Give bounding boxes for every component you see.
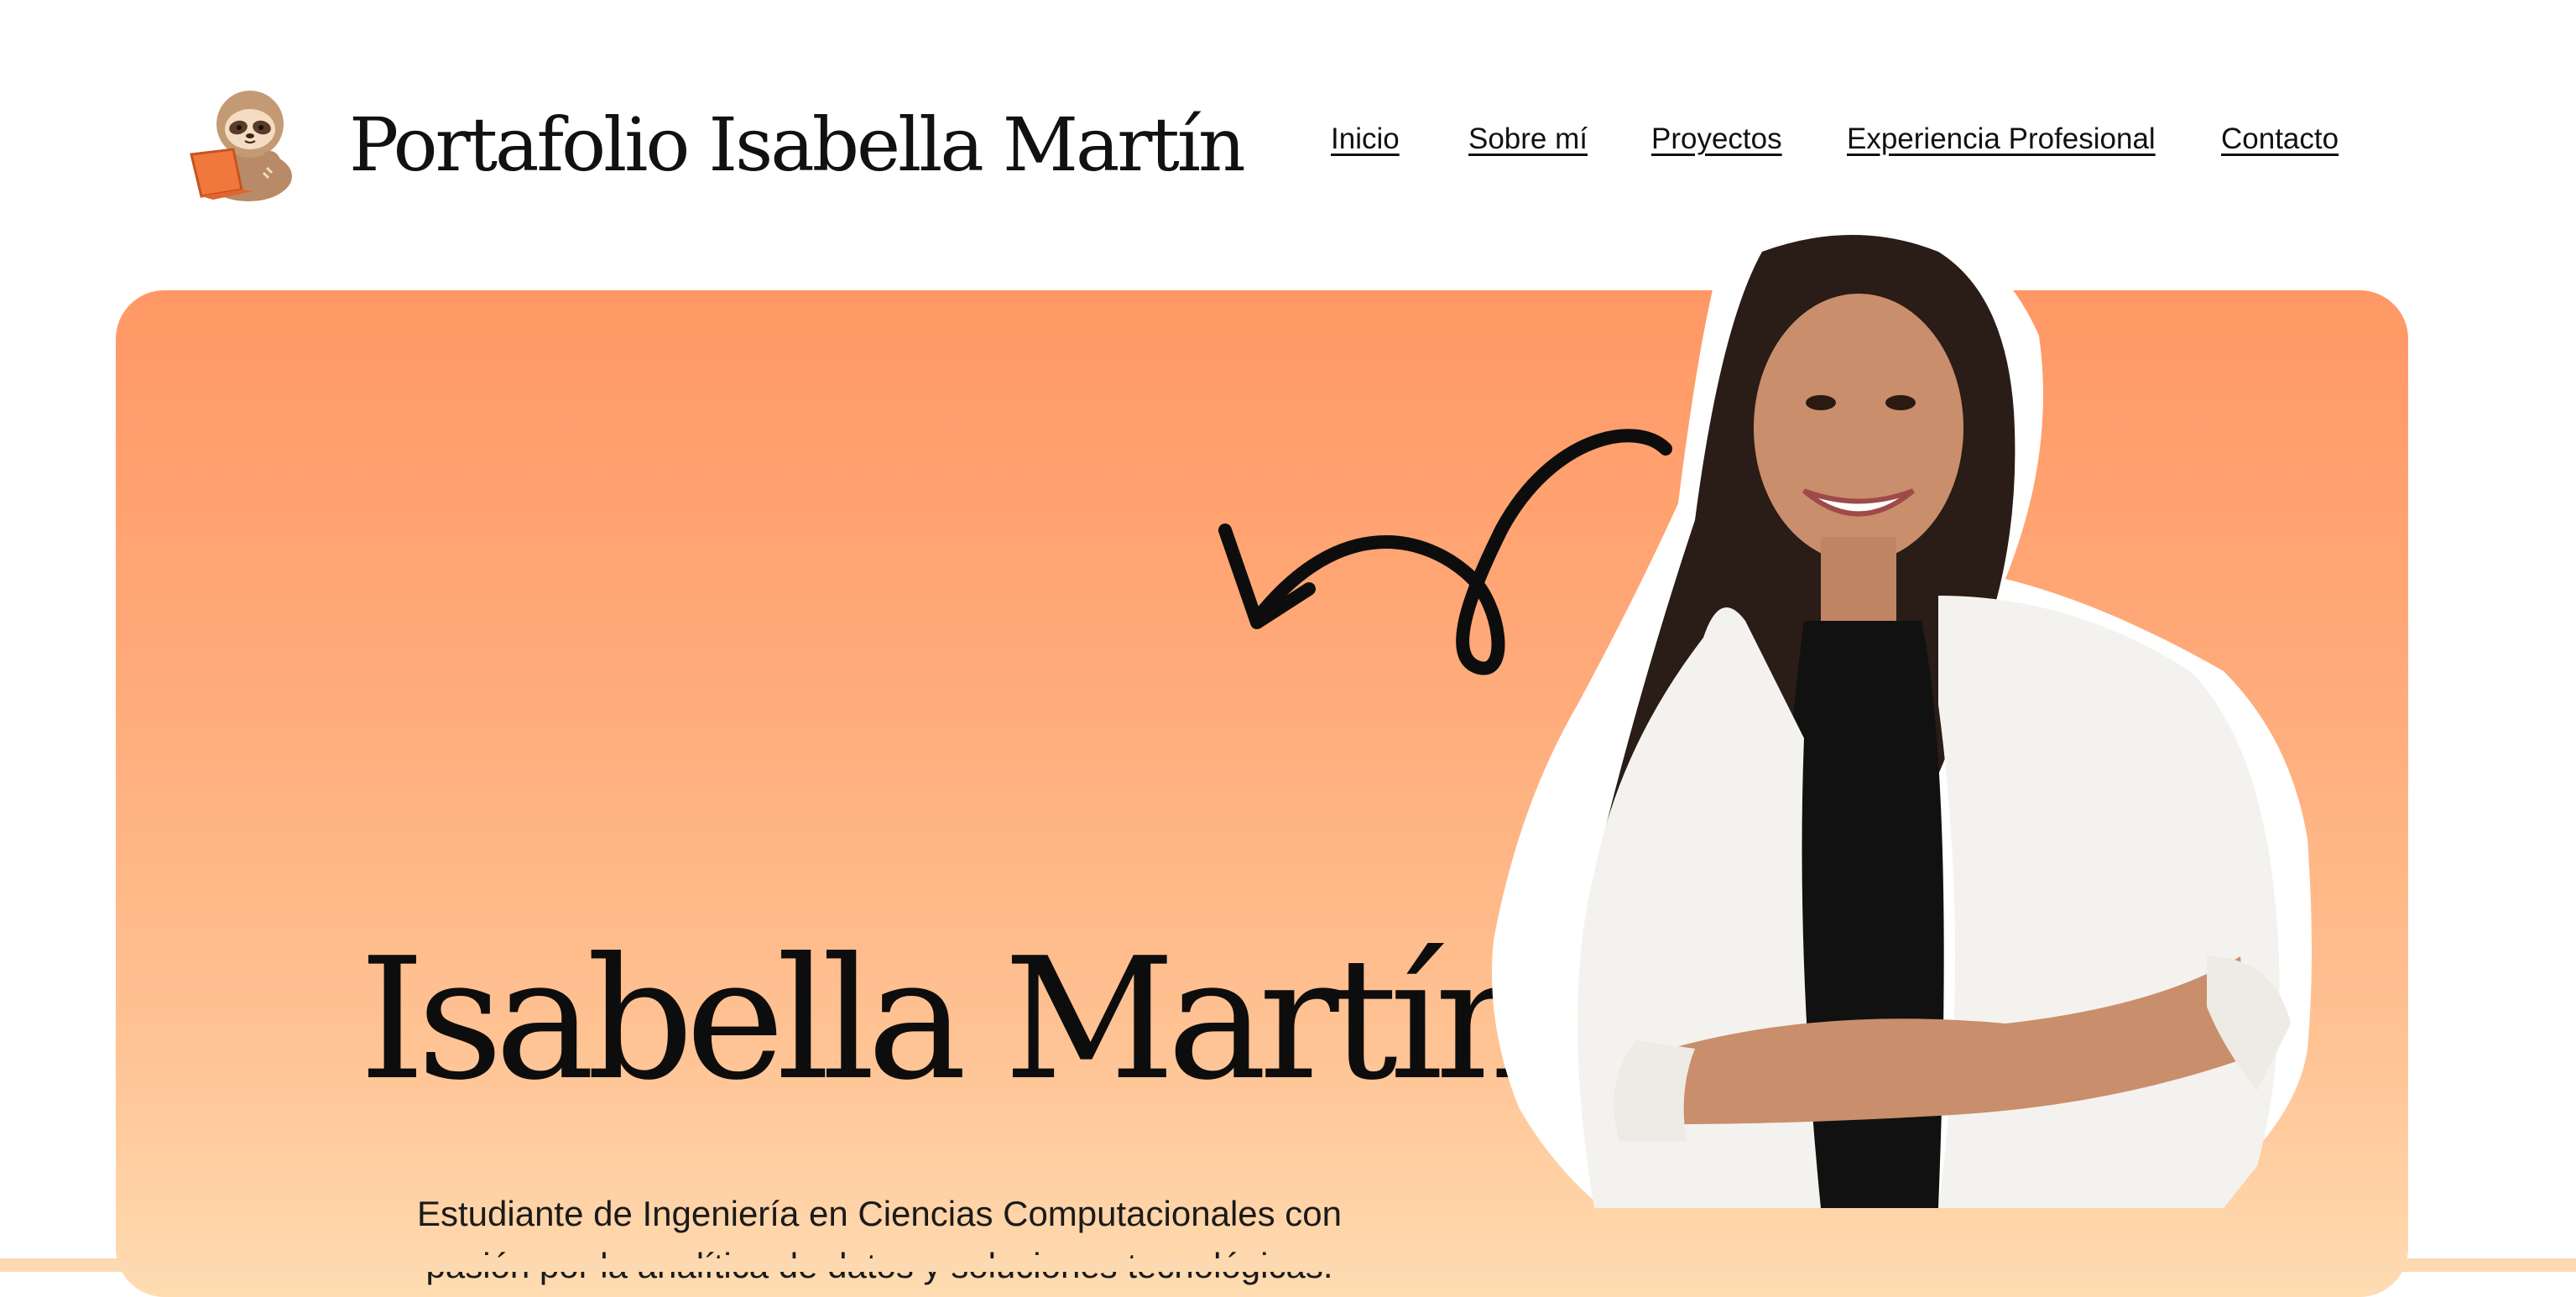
- nav-link-proyectos[interactable]: Proyectos: [1651, 122, 1782, 156]
- main-nav: Inicio Sobre mí Proyectos Experiencia Pr…: [0, 122, 2576, 173]
- nav-link-contacto[interactable]: Contacto: [2221, 122, 2339, 156]
- hero-description-line: Estudiante de Ingeniería en Ciencias Com…: [416, 1194, 1343, 1233]
- nav-link-inicio[interactable]: Inicio: [1331, 122, 1400, 156]
- nav-link-sobre-mi[interactable]: Sobre mí: [1468, 122, 1588, 156]
- profile-photo: [1492, 216, 2312, 1209]
- hero-name: Isabella Martín: [359, 922, 1543, 1117]
- hero-description: Estudiante de Ingeniería en Ciencias Com…: [292, 1188, 1467, 1292]
- nav-link-experiencia[interactable]: Experiencia Profesional: [1847, 122, 2156, 156]
- bottom-strip: [0, 1258, 2576, 1272]
